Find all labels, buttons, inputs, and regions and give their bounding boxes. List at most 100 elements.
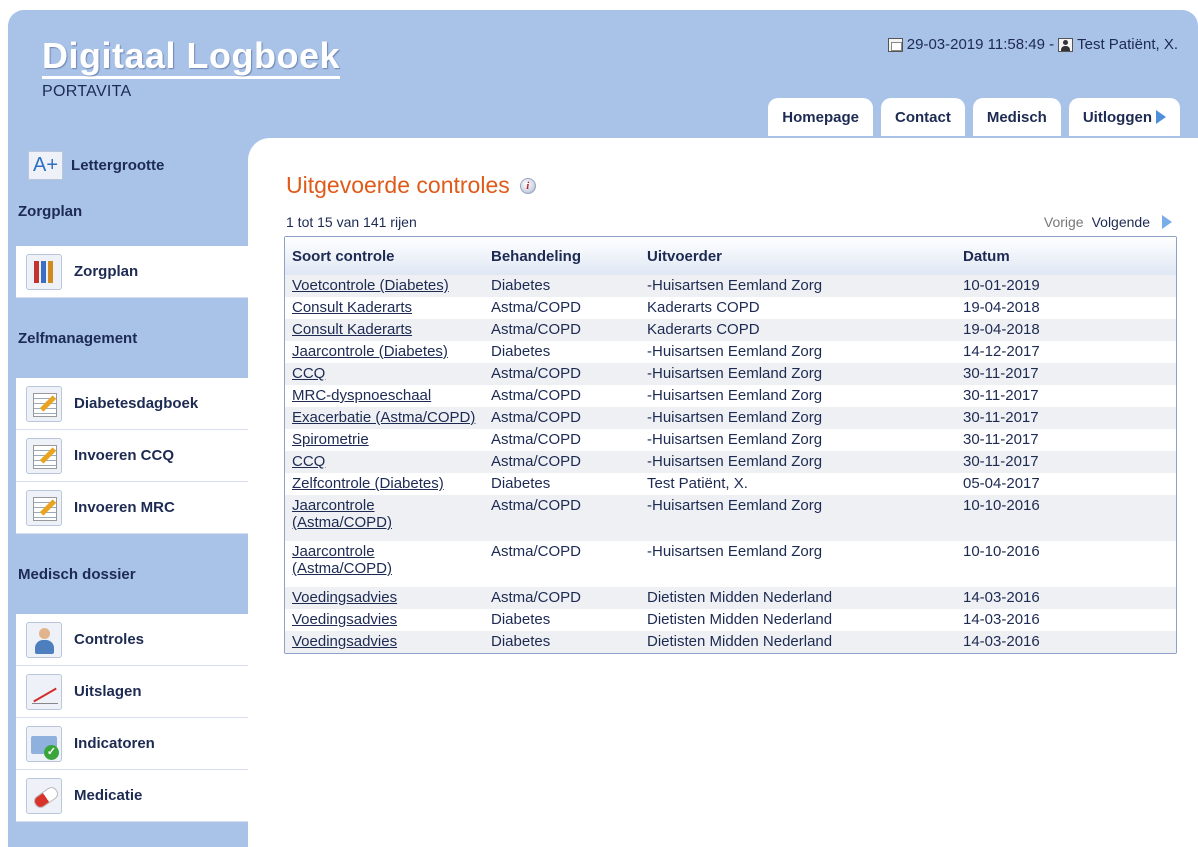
cell-datum: 10-10-2016 xyxy=(963,497,1040,514)
line-chart-icon xyxy=(26,673,62,710)
cell-datum: 14-12-2017 xyxy=(963,343,1040,360)
font-size-toggle[interactable]: A+ Lettergrootte xyxy=(16,138,248,192)
cell-datum: 10-01-2019 xyxy=(963,277,1040,294)
table-row: Consult Kaderarts Astma/COPD Kaderarts COP… xyxy=(285,297,1176,319)
cell-datum: 05-04-2017 xyxy=(963,475,1040,492)
table-row: Spirometrie Astma/COPD -Huisartsen Eemland… xyxy=(285,429,1176,451)
app-frame: Digitaal Logboek PORTAVITA 29-03-2019 11… xyxy=(8,10,1198,847)
font-size-label: Lettergrootte xyxy=(71,156,165,174)
cell-datum: 19-04-2018 xyxy=(963,299,1040,316)
cell-uitvoerder: -Huisartsen Eemland Zorg xyxy=(647,497,823,514)
control-link[interactable]: Voedingsadvies xyxy=(292,633,397,650)
user-icon xyxy=(1058,37,1074,52)
logo-subtitle: PORTAVITA xyxy=(42,83,132,100)
table-row: Voedingsadvies Diabetes Dietisten Midden N… xyxy=(285,631,1176,653)
cell-datum: 30-11-2017 xyxy=(963,431,1039,448)
control-link[interactable]: Voetcontrole (Diabetes) xyxy=(292,277,449,294)
doctor-icon xyxy=(26,621,62,658)
column-header-behandeling[interactable]: Behandeling xyxy=(484,237,640,275)
cell-behandeling: Diabetes xyxy=(491,475,551,492)
cell-uitvoerder: Kaderarts COPD xyxy=(647,299,760,316)
control-link[interactable]: Voedingsadvies xyxy=(292,589,397,606)
cell-behandeling: Diabetes xyxy=(491,277,551,294)
control-link[interactable]: CCQ xyxy=(292,365,325,382)
info-icon[interactable]: i xyxy=(519,177,536,194)
table-row: Jaarcontrole (Astma/COPD) Astma/COPD -Huis… xyxy=(285,495,1176,541)
tab-uitloggen[interactable]: Uitloggen xyxy=(1068,98,1180,136)
cell-behandeling: Diabetes xyxy=(491,611,551,628)
table-body: Voetcontrole (Diabetes) Diabetes -Huisarts… xyxy=(285,275,1176,653)
control-link[interactable]: Jaarcontrole (Astma/COPD) xyxy=(292,543,392,577)
control-link[interactable]: Voedingsadvies xyxy=(292,611,397,628)
cell-uitvoerder: Test Patiënt, X. xyxy=(647,475,748,492)
cell-behandeling: Astma/COPD xyxy=(491,299,582,316)
arrow-right-icon[interactable] xyxy=(1162,215,1172,229)
cell-soort-controle: Jaarcontrole (Astma/COPD) xyxy=(285,495,484,541)
tab-contact[interactable]: Contact xyxy=(880,98,965,136)
sidebar-section-zorgplan: Zorgplan xyxy=(18,202,83,220)
cell-soort-controle: MRC-dyspnoeschaal xyxy=(285,385,484,407)
pills-icon xyxy=(26,777,62,814)
pager-next[interactable]: Volgende xyxy=(1092,214,1150,230)
table-row: Consult Kaderarts Astma/COPD Kaderarts COP… xyxy=(285,319,1176,341)
cell-datum: 30-11-2017 xyxy=(963,453,1039,470)
table-row: Exacerbatie (Astma/COPD) Astma/COPD -Huisa… xyxy=(285,407,1176,429)
table-row: CCQ Astma/COPD -Huisartsen Eemland Zorg 30-… xyxy=(285,363,1176,385)
cell-soort-controle: CCQ xyxy=(285,451,484,473)
cell-datum: 19-04-2018 xyxy=(963,321,1040,338)
control-link[interactable]: Exacerbatie (Astma/COPD) xyxy=(292,409,475,426)
cell-soort-controle: Voedingsadvies xyxy=(285,609,484,631)
cell-soort-controle: Voetcontrole (Diabetes) xyxy=(285,275,484,297)
notepad-pencil-icon xyxy=(26,385,62,422)
table-row: MRC-dyspnoeschaal Astma/COPD -Huisartsen E… xyxy=(285,385,1176,407)
cell-behandeling: Diabetes xyxy=(491,343,551,360)
column-header-soort[interactable]: Soort controle xyxy=(285,237,484,275)
control-link[interactable]: Jaarcontrole (Astma/COPD) xyxy=(292,497,392,531)
cell-soort-controle: Consult Kaderarts xyxy=(285,297,484,319)
control-link[interactable]: CCQ xyxy=(292,453,325,470)
sidebar-item-controles[interactable]: Controles xyxy=(16,614,248,666)
cell-soort-controle: Consult Kaderarts xyxy=(285,319,484,341)
cell-behandeling: Astma/COPD xyxy=(491,387,582,404)
cell-datum: 14-03-2016 xyxy=(963,589,1040,606)
notepad-pencil-icon xyxy=(26,489,62,526)
top-tabs: Homepage Contact Medisch Uitloggen xyxy=(768,98,1180,136)
cell-uitvoerder: Kaderarts COPD xyxy=(647,321,760,338)
sidebar-item-uitslagen[interactable]: Uitslagen xyxy=(16,666,248,718)
tab-medisch[interactable]: Medisch xyxy=(972,98,1061,136)
control-link[interactable]: MRC-dyspnoeschaal xyxy=(292,387,431,404)
sidebar: A+ Lettergrootte Zorgplan Zorgplan Zelfm… xyxy=(16,138,248,847)
pager-prev: Vorige xyxy=(1043,214,1084,230)
cell-behandeling: Astma/COPD xyxy=(491,497,582,514)
sidebar-item-invoeren-ccq[interactable]: Invoeren CCQ xyxy=(16,430,248,482)
books-icon xyxy=(26,253,62,290)
tab-homepage[interactable]: Homepage xyxy=(768,98,873,136)
sidebar-item-diabetesdagboek[interactable]: Diabetesdagboek xyxy=(16,378,248,430)
sidebar-item-invoeren-mrc[interactable]: Invoeren MRC xyxy=(16,482,248,534)
cell-uitvoerder: -Huisartsen Eemland Zorg xyxy=(647,409,823,426)
control-link[interactable]: Consult Kaderarts xyxy=(292,321,412,338)
cell-uitvoerder: -Huisartsen Eemland Zorg xyxy=(647,453,823,470)
cell-soort-controle: Jaarcontrole (Diabetes) xyxy=(285,341,484,363)
control-link[interactable]: Zelfcontrole (Diabetes) xyxy=(292,475,444,492)
current-user: Test Patiënt, X. xyxy=(1077,36,1178,53)
cell-behandeling: Astma/COPD xyxy=(491,431,582,448)
notepad-pencil-icon xyxy=(26,437,62,474)
control-link[interactable]: Spirometrie xyxy=(292,431,369,448)
sidebar-item-indicatoren[interactable]: Indicatoren xyxy=(16,718,248,770)
cell-uitvoerder: -Huisartsen Eemland Zorg xyxy=(647,387,823,404)
control-link[interactable]: Consult Kaderarts xyxy=(292,299,412,316)
sidebar-item-medicatie[interactable]: Medicatie xyxy=(16,770,248,822)
column-header-uitvoerder[interactable]: Uitvoerder xyxy=(640,237,956,275)
cell-uitvoerder: -Huisartsen Eemland Zorg xyxy=(647,543,823,560)
table-header-row: Soort controle Behandeling Uitvoerder Da… xyxy=(285,237,1176,275)
cell-behandeling: Astma/COPD xyxy=(491,365,582,382)
sidebar-section-medisch-dossier: Medisch dossier xyxy=(18,565,136,583)
cell-behandeling: Astma/COPD xyxy=(491,409,582,426)
column-header-datum[interactable]: Datum xyxy=(956,237,1176,275)
cell-soort-controle: Zelfcontrole (Diabetes) xyxy=(285,473,484,495)
control-link[interactable]: Jaarcontrole (Diabetes) xyxy=(292,343,448,360)
current-datetime: 29-03-2019 11:58:49 - xyxy=(906,36,1055,53)
cell-datum: 14-03-2016 xyxy=(963,611,1040,628)
sidebar-item-zorgplan[interactable]: Zorgplan xyxy=(16,246,248,298)
